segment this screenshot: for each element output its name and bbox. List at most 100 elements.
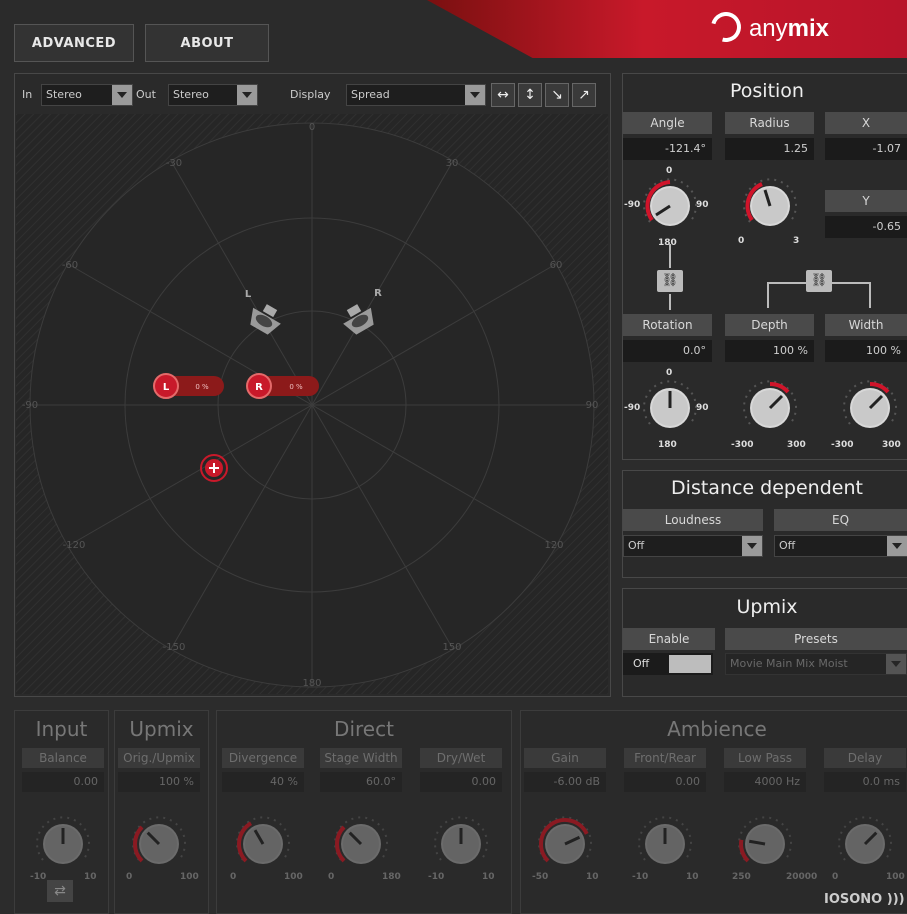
loudness-label: Loudness (623, 509, 763, 531)
presets-select[interactable]: Movie Main Mix Moist (725, 653, 907, 675)
link-depth-width-icon[interactable]: ⛓ (806, 270, 832, 292)
divergence-knob[interactable] (233, 814, 293, 874)
delay-max: 100 (886, 872, 905, 882)
chevron-down-icon (887, 536, 907, 556)
radius-knob[interactable] (740, 176, 800, 236)
eq-select[interactable]: Off (774, 535, 907, 557)
anymix-logo: anymix (705, 6, 829, 48)
angle-knob-top: 0 (666, 166, 673, 176)
source-r-chip[interactable]: R 0 % (246, 373, 319, 399)
rotation-knob-max: 90 (696, 403, 709, 413)
display-mode-select[interactable]: Spread (346, 84, 486, 106)
gain-label: Gain (524, 748, 606, 768)
balance-value[interactable]: 0.00 (22, 772, 104, 792)
angle-knob-max: 90 (696, 200, 709, 210)
link-connector (869, 282, 871, 308)
orig-upmix-knob[interactable] (129, 814, 189, 874)
low-pass-value[interactable]: 4000 Hz (724, 772, 806, 792)
angle-label-0: 0 (309, 122, 315, 133)
out-label: Out (136, 88, 156, 101)
angle-label-150: 150 (442, 642, 461, 653)
swap-channels-icon[interactable]: ⇄ (47, 880, 73, 902)
speaker-r-label: R (374, 288, 382, 299)
upmix-title: Upmix (736, 596, 798, 618)
low-pass-knob[interactable] (735, 814, 795, 874)
front-rear-label: Front/Rear (624, 748, 706, 768)
vertical-arrows-icon[interactable]: ↕ (518, 83, 542, 107)
input-format-select[interactable]: Stereo (41, 84, 133, 106)
brand-prefix: any (748, 15, 788, 42)
dry-wet-value[interactable]: 0.00 (420, 772, 502, 792)
front-rear-value[interactable]: 0.00 (624, 772, 706, 792)
source-r-value: 0 % (289, 383, 303, 391)
diagonal-up-icon[interactable]: ↗ (572, 83, 596, 107)
low-pass-max: 20000 (786, 872, 818, 882)
advanced-button[interactable]: ADVANCED (14, 24, 134, 62)
gain-min: -50 (532, 872, 549, 882)
orig-upmix-max: 100 (180, 872, 199, 882)
balance-max: 10 (84, 872, 97, 882)
x-value[interactable]: -1.07 (825, 138, 907, 160)
stage-width-value[interactable]: 60.0° (320, 772, 402, 792)
input-format-value: Stereo (46, 88, 82, 101)
divergence-max: 100 (284, 872, 303, 882)
source-l-chip[interactable]: L 0 % (153, 373, 224, 399)
y-value[interactable]: -0.65 (825, 216, 907, 238)
loudness-select[interactable]: Off (623, 535, 763, 557)
angle-label-neg150: -150 (163, 642, 186, 653)
in-label: In (22, 88, 33, 101)
position-title: Position (730, 80, 804, 102)
about-button[interactable]: ABOUT (145, 24, 269, 62)
enable-label: Enable (623, 628, 715, 650)
angle-knob[interactable] (640, 176, 700, 236)
angle-knob-min: -90 (624, 200, 641, 210)
divergence-value[interactable]: 40 % (222, 772, 304, 792)
depth-value[interactable]: 100 % (725, 340, 814, 362)
link-angle-rotation-icon[interactable]: ⛓ (657, 270, 683, 292)
chevron-down-icon (237, 85, 257, 105)
enable-toggle[interactable]: Off (623, 653, 713, 675)
angle-label-120: 120 (544, 540, 563, 551)
depth-knob[interactable] (740, 378, 800, 438)
radius-knob-min: 0 (738, 236, 745, 246)
stage-width-knob[interactable] (331, 814, 391, 874)
radius-value[interactable]: 1.25 (725, 138, 814, 160)
source-l-label: L (163, 382, 170, 393)
front-rear-knob[interactable] (635, 814, 695, 874)
angle-label: Angle (623, 112, 712, 134)
distance-title: Distance dependent (671, 477, 863, 499)
delay-knob[interactable] (835, 814, 895, 874)
width-value[interactable]: 100 % (825, 340, 907, 362)
input-title: Input (35, 717, 88, 741)
output-format-value: Stereo (173, 88, 209, 101)
dry-wet-knob[interactable] (431, 814, 491, 874)
chevron-down-icon (112, 85, 132, 105)
balance-knob[interactable] (33, 814, 93, 874)
orig-upmix-min: 0 (126, 872, 133, 882)
link-connector (669, 244, 671, 268)
front-rear-min: -10 (632, 872, 649, 882)
delay-value[interactable]: 0.0 ms (824, 772, 906, 792)
source-l-value: 0 % (195, 383, 209, 391)
angle-value[interactable]: -121.4° (623, 138, 712, 160)
direct-section: Direct (216, 710, 512, 914)
angle-label-180: 180 (302, 678, 321, 689)
output-format-select[interactable]: Stereo (168, 84, 258, 106)
panner-canvas[interactable]: 0 -30 30 -60 60 -90 90 -120 120 -150 150… (16, 114, 608, 694)
direct-title: Direct (334, 717, 394, 741)
width-knob[interactable] (840, 378, 900, 438)
depth-label: Depth (725, 314, 814, 336)
width-knob-max: 300 (882, 440, 901, 450)
stage-width-max: 180 (382, 872, 401, 882)
gain-knob[interactable] (535, 814, 595, 874)
display-mode-value: Spread (351, 88, 390, 101)
horizontal-arrows-icon[interactable]: ↔ (491, 83, 515, 107)
gain-value[interactable]: -6.00 dB (524, 772, 606, 792)
angle-label-neg30: -30 (166, 158, 182, 169)
rotation-value[interactable]: 0.0° (623, 340, 712, 362)
diagonal-down-icon[interactable]: ↘ (545, 83, 569, 107)
eq-value: Off (779, 539, 796, 552)
orig-upmix-value[interactable]: 100 % (118, 772, 200, 792)
rotation-knob[interactable] (640, 378, 700, 438)
width-label: Width (825, 314, 907, 336)
